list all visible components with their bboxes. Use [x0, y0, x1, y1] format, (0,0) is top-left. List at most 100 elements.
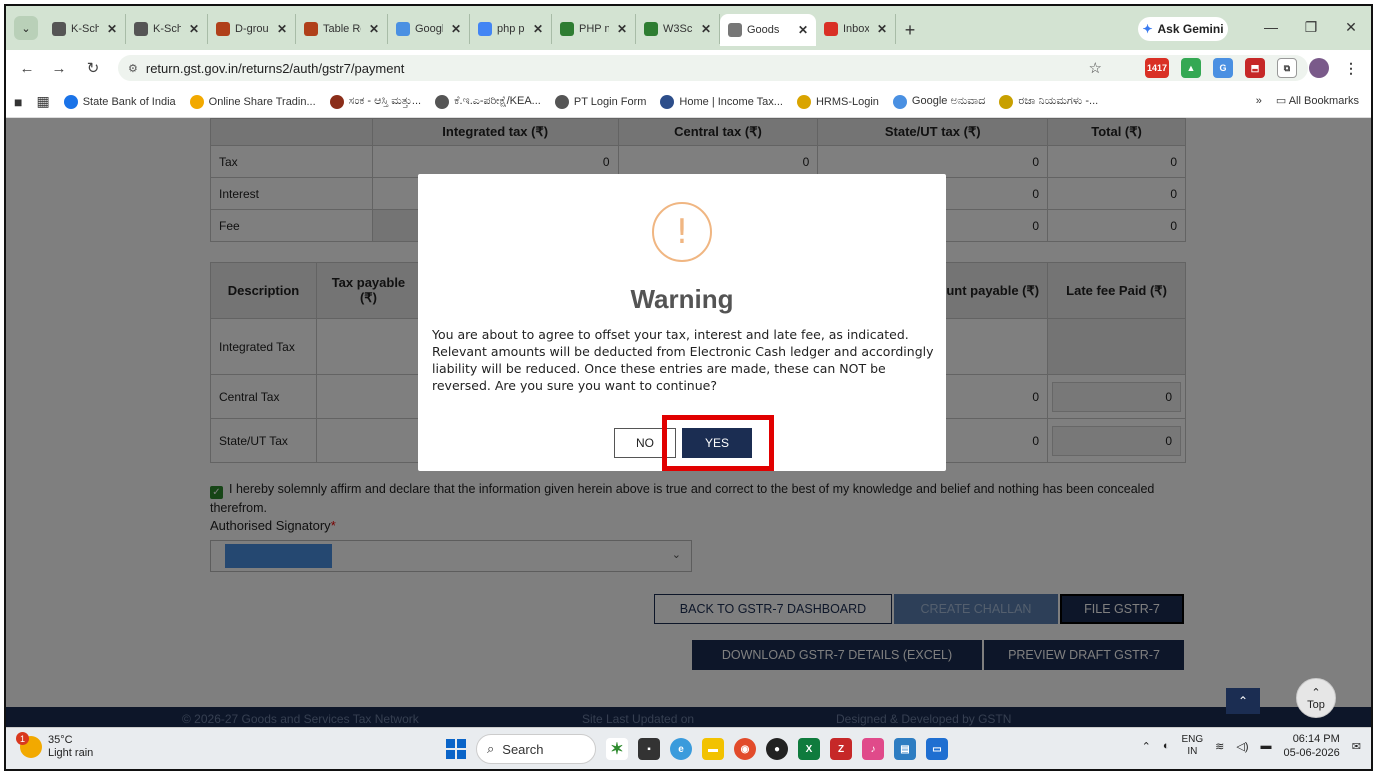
- browser-tab[interactable]: Goods ✕: [720, 14, 816, 46]
- bookmark-item[interactable]: Online Share Tradin...: [189, 94, 316, 109]
- bookmark-item[interactable]: HRMS-Login: [796, 94, 879, 109]
- tab-close-icon[interactable]: ✕: [701, 22, 711, 36]
- bookmark-item[interactable]: ಕೆ.ಇ.ಎ-ಪರೀಕ್ಷೆ/KEA...: [435, 94, 541, 109]
- all-bookmarks[interactable]: ▭ All Bookmarks: [1276, 94, 1359, 107]
- sidebar-toggle-icon[interactable]: ■: [14, 94, 22, 110]
- system-tray: ⌃ ◐ ENG IN ≋ ◁) ▬ 06:14 PM 05-06-2026 ✉: [1142, 732, 1361, 760]
- reload-icon[interactable]: ↻: [82, 57, 104, 79]
- tab-close-icon[interactable]: ✕: [877, 22, 887, 36]
- tab-strip: ⌄ K-Scho ✕ K-Scho ✕ D-group ✕ Table Ro ✕ Google ✕…: [6, 6, 1371, 50]
- more-bookmarks-icon[interactable]: »: [1256, 95, 1262, 107]
- tab-close-icon[interactable]: ✕: [369, 22, 379, 36]
- bookmarks-right: » ▭ All Bookmarks: [1256, 94, 1359, 108]
- bookmark-item[interactable]: PT Login Form: [554, 94, 646, 109]
- page-viewport: Integrated tax (₹) Central tax (₹) State…: [6, 118, 1371, 731]
- browser-tab[interactable]: Inbox (1 ✕: [816, 14, 896, 44]
- tab-close-icon[interactable]: ✕: [277, 22, 287, 36]
- dialog-title: Warning: [630, 284, 734, 314]
- lang-top: ENG: [1181, 734, 1204, 745]
- edge-icon[interactable]: e: [670, 738, 692, 760]
- url-bar[interactable]: ⚙ return.gst.gov.in/returns2/auth/gstr7/…: [118, 55, 1308, 81]
- browser-tab[interactable]: php prin ✕: [470, 14, 552, 44]
- back-to-top-button[interactable]: ⌃ Top: [1296, 678, 1336, 718]
- ask-gemini-button[interactable]: ✦ Ask Gemini: [1138, 17, 1228, 41]
- tray-app-icon[interactable]: ◐: [1163, 740, 1170, 752]
- scroll-up-icon[interactable]: ⌃: [1226, 688, 1260, 714]
- browser-tab[interactable]: K-Scho ✕: [126, 14, 208, 44]
- profile-avatar[interactable]: [1309, 58, 1329, 78]
- apps-grid-icon[interactable]: ▦: [36, 93, 49, 110]
- tab-close-icon[interactable]: ✕: [189, 22, 199, 36]
- back-to-top-label: Top: [1307, 698, 1325, 711]
- extensions-bar: 1417 ▲ G ⬒ ⧉ ⋮: [1145, 58, 1361, 78]
- bookmark-label: Online Share Tradin...: [208, 95, 316, 108]
- browser-tab[interactable]: W3Scho ✕: [636, 14, 720, 44]
- bookmark-item[interactable]: ಸಂಕ - ಆಸ್ತಿ ಮತ್ತು...: [329, 94, 422, 109]
- battery-icon[interactable]: ▬: [1261, 740, 1272, 752]
- tab-label: Inbox (1: [843, 23, 869, 35]
- tab-close-icon[interactable]: ✕: [798, 23, 808, 37]
- task-view-icon[interactable]: ▪: [638, 738, 660, 760]
- bookmark-item[interactable]: Home | Income Tax...: [660, 94, 783, 109]
- pinned-app-icon[interactable]: ✶: [606, 738, 628, 760]
- drive-icon[interactable]: ▲: [1181, 58, 1201, 78]
- clock[interactable]: 06:14 PM 05-06-2026: [1284, 732, 1340, 760]
- tab-close-icon[interactable]: ✕: [533, 22, 543, 36]
- bookmark-favicon-icon: [189, 94, 204, 109]
- pdf-app-icon[interactable]: Z: [830, 738, 852, 760]
- forward-arrow-icon[interactable]: →: [48, 57, 70, 79]
- bookmark-label: ಸಂಕ - ಆಸ್ತಿ ಮತ್ತು...: [348, 95, 422, 107]
- bookmark-favicon-icon: [329, 94, 344, 109]
- pdf-icon[interactable]: ⬒: [1245, 58, 1265, 78]
- calendar-icon[interactable]: 1417: [1145, 58, 1169, 78]
- tab-favicon-icon: [52, 22, 66, 36]
- browser-tab[interactable]: PHP nun ✕: [552, 14, 636, 44]
- tab-label: D-group: [235, 23, 269, 35]
- chrome-icon[interactable]: ◉: [734, 738, 756, 760]
- wifi-icon[interactable]: ≋: [1215, 740, 1224, 753]
- excel-icon[interactable]: X: [798, 738, 820, 760]
- app-icon[interactable]: ♪: [862, 738, 884, 760]
- bookmark-star-icon[interactable]: ☆: [1089, 59, 1102, 77]
- extensions-icon[interactable]: ⧉: [1277, 58, 1297, 78]
- weather-widget[interactable]: 1 35°C Light rain: [16, 732, 94, 760]
- file-explorer-icon[interactable]: ▬: [702, 738, 724, 760]
- tray-chevron-icon[interactable]: ⌃: [1142, 740, 1151, 753]
- close-window-icon[interactable]: ✕: [1331, 12, 1371, 42]
- tab-favicon-icon: [396, 22, 410, 36]
- back-arrow-icon[interactable]: ←: [16, 57, 38, 79]
- browser-tab[interactable]: Table Ro ✕: [296, 14, 388, 44]
- browser-tab[interactable]: D-group ✕: [208, 14, 296, 44]
- new-tab-button[interactable]: +: [896, 14, 924, 46]
- browser-tab[interactable]: Google ✕: [388, 14, 470, 44]
- clock-time: 06:14 PM: [1292, 733, 1340, 745]
- menu-dots-icon[interactable]: ⋮: [1341, 58, 1361, 78]
- minimize-icon[interactable]: —: [1251, 12, 1291, 42]
- restore-icon[interactable]: ❐: [1291, 12, 1331, 42]
- taskbar-search[interactable]: ⌕ Search: [476, 734, 596, 764]
- tab-close-icon[interactable]: ✕: [617, 22, 627, 36]
- tab-favicon-icon: [728, 23, 742, 37]
- bookmark-item[interactable]: ರಜಾ ನಿಯಮಗಳು -...: [999, 94, 1098, 109]
- site-info-icon[interactable]: ⚙: [128, 62, 138, 75]
- weather-desc: Light rain: [48, 747, 94, 759]
- language-indicator[interactable]: ENG IN: [1181, 734, 1203, 758]
- translate-icon[interactable]: G: [1213, 58, 1233, 78]
- tab-label: Goods: [747, 24, 780, 36]
- windows-start-icon[interactable]: [446, 739, 466, 759]
- volume-icon[interactable]: ◁): [1236, 740, 1248, 753]
- lang-bottom: IN: [1187, 746, 1198, 757]
- weather-badge: 1: [16, 732, 29, 745]
- app-icon[interactable]: ▤: [894, 738, 916, 760]
- tab-search-button[interactable]: ⌄: [14, 16, 38, 40]
- bookmark-item[interactable]: Google ಅನುವಾದ: [892, 94, 985, 109]
- app-icon[interactable]: ▭: [926, 738, 948, 760]
- tab-close-icon[interactable]: ✕: [451, 22, 461, 36]
- browser-tab[interactable]: K-Scho ✕: [44, 14, 126, 44]
- app-icon[interactable]: ●: [766, 738, 788, 760]
- tab-close-icon[interactable]: ✕: [107, 22, 117, 36]
- bookmark-item[interactable]: State Bank of India: [63, 94, 176, 109]
- clock-date: 05-06-2026: [1283, 747, 1340, 759]
- taskbar-apps: ⌕ Search ✶ ▪ e ▬ ◉ ● X Z ♪ ▤ ▭: [446, 734, 948, 764]
- notification-icon[interactable]: ✉: [1352, 740, 1361, 753]
